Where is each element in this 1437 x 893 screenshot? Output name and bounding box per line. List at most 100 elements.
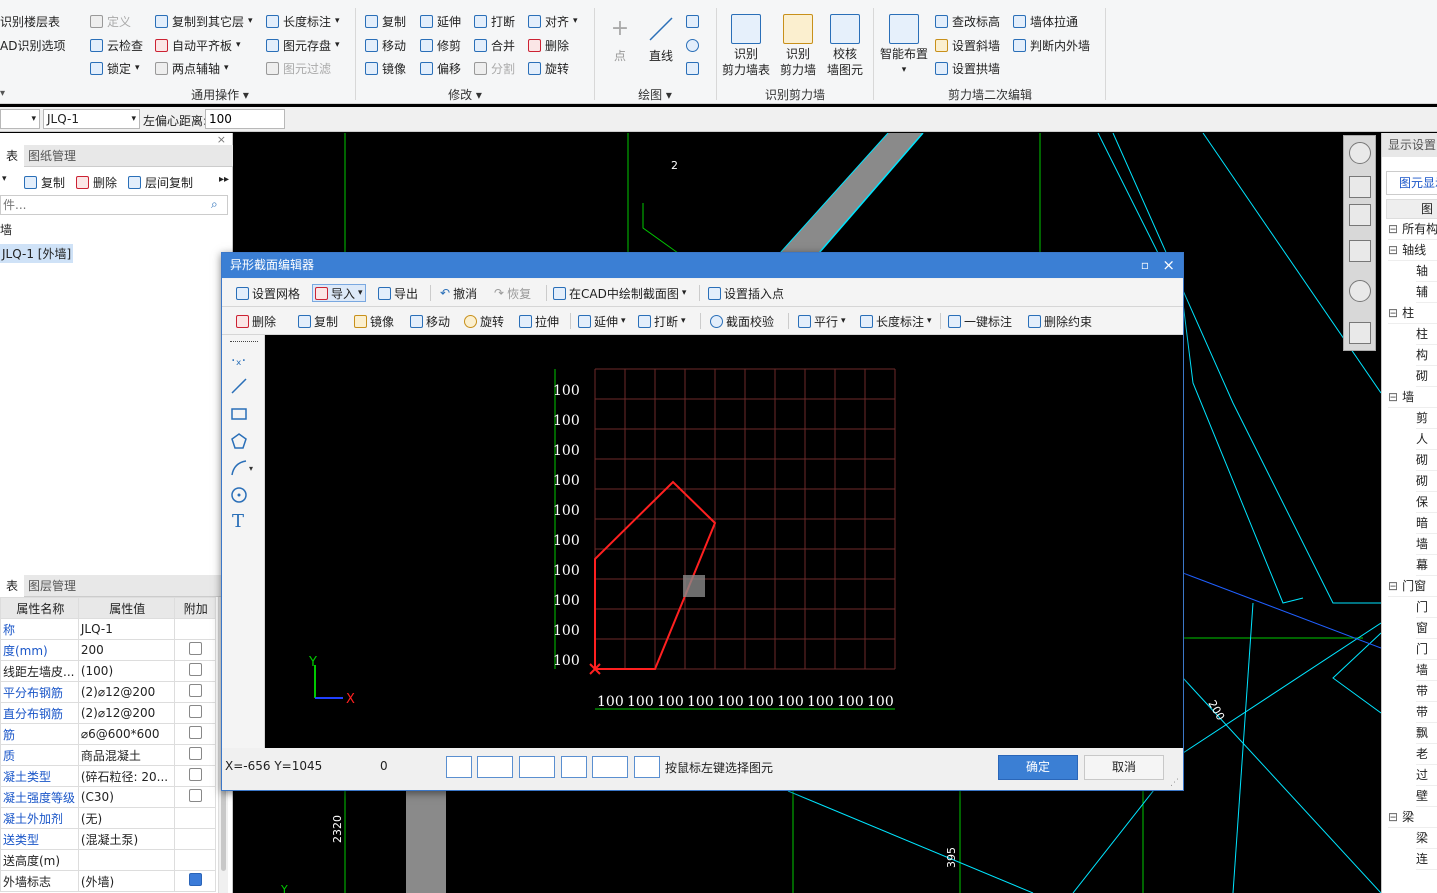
dlg-copy-button[interactable]: 复制 [298, 312, 338, 330]
ribbon-element-filter[interactable]: 图元过滤 [266, 59, 331, 77]
delete-component-button[interactable]: 删除 [76, 173, 117, 191]
display-tree-item[interactable]: 带 [1416, 702, 1437, 723]
property-value[interactable]: (碎石粒径: 20... [77, 765, 175, 787]
extra-checkbox[interactable] [189, 873, 203, 886]
property-value[interactable]: (C30) [77, 786, 175, 808]
ribbon-extend[interactable]: 延伸 [420, 12, 461, 30]
copy-component-button[interactable]: 复制 [24, 173, 65, 191]
ribbon-cad-options[interactable]: AD识别选项 [0, 36, 65, 54]
section-check-button[interactable]: 截面校验 [710, 312, 774, 330]
resize-grip-icon[interactable]: ⋰ [1170, 778, 1179, 788]
one-click-dim-button[interactable]: 一键标注 [948, 312, 1012, 330]
tab-layer-manager[interactable]: 图层管理 [22, 575, 82, 597]
draw-rect-button[interactable] [686, 59, 699, 77]
property-value[interactable]: ⌀6@600*600 [77, 723, 175, 745]
display-tree-item[interactable]: 保 [1416, 492, 1437, 513]
display-tree-item[interactable]: 辅 [1416, 282, 1437, 303]
ribbon-wall-stretch[interactable]: 墙体拉通 [1013, 12, 1078, 30]
display-tree-item[interactable]: 人 [1416, 429, 1437, 450]
set-grid-button[interactable]: 设置网格 [236, 284, 300, 302]
property-value[interactable] [77, 849, 175, 871]
draw-line-button[interactable]: 直线 [643, 14, 679, 64]
dlg-length-dim-button[interactable]: 长度标注 ▾ [860, 312, 932, 330]
display-tree-item[interactable]: 过 [1416, 765, 1437, 786]
collapse-icon[interactable]: ⊟ [1388, 222, 1398, 236]
rotate-view-icon[interactable] [1349, 280, 1371, 302]
arc-tool-icon[interactable]: ▾ [230, 459, 256, 477]
ok-button[interactable]: 确定 [998, 755, 1078, 780]
redo-button[interactable]: ↷ 恢复 [494, 284, 531, 302]
display-tree-item[interactable]: 砌 [1416, 450, 1437, 471]
line-tool-icon[interactable] [230, 377, 248, 395]
property-row[interactable]: 送类型 (混凝土泵) [0, 828, 217, 850]
draw-in-cad-button[interactable]: 在CAD中绘制截面图 ▾ [553, 284, 686, 302]
extra-checkbox[interactable] [189, 747, 203, 760]
display-tree-item[interactable]: ⊟ 门窗 [1388, 576, 1437, 597]
ribbon-edit-elevation[interactable]: 查改标高 [935, 12, 1000, 30]
top-view-icon[interactable] [1349, 204, 1371, 226]
ribbon-slant-wall[interactable]: 设置斜墙 [935, 36, 1000, 54]
ribbon-rotate[interactable]: 旋转 [528, 59, 569, 77]
ribbon-move[interactable]: 移动 [365, 36, 406, 54]
property-row[interactable]: 筋 ⌀6@600*600 [0, 723, 217, 745]
undo-button[interactable]: ↶ 撤消 [440, 284, 477, 302]
grid-view-icon[interactable] [1349, 322, 1371, 344]
search-icon[interactable]: ⌕ [211, 197, 218, 212]
extra-checkbox[interactable] [189, 789, 203, 802]
property-value[interactable]: JLQ-1 [77, 618, 175, 640]
display-tree-item[interactable]: 老 [1416, 744, 1437, 765]
property-value[interactable]: 商品混凝土 [77, 744, 175, 766]
snap-ortho-icon[interactable] [446, 756, 472, 778]
ribbon-delete[interactable]: 删除 [528, 36, 569, 54]
collapse-icon[interactable]: ⊟ [1388, 810, 1398, 824]
display-tree-item[interactable]: ⊟ 墙 [1388, 387, 1437, 408]
extra-checkbox[interactable] [189, 726, 203, 739]
section-grid-svg[interactable]: 100100100100100100100100100100100 100 100 1… [265, 335, 1183, 748]
copy-between-floors-button[interactable]: 层间复制 [128, 173, 193, 191]
property-row[interactable]: 质商品混凝土 [0, 744, 217, 766]
ribbon-two-point-axis[interactable]: 两点辅轴 ▾ [155, 59, 229, 77]
display-tree-item[interactable]: 幕 [1416, 555, 1437, 576]
extra-checkbox[interactable] [189, 705, 203, 718]
property-value[interactable]: 200 [77, 639, 175, 661]
ribbon-identify-floor-table[interactable]: 识别楼层表 [0, 12, 60, 30]
display-tree-item[interactable]: 壁 [1416, 786, 1437, 807]
extra-checkbox[interactable] [189, 663, 203, 676]
ribbon-copy-to-layer[interactable]: 复制到其它层 ▾ [155, 12, 253, 30]
property-value[interactable]: (100) [77, 660, 175, 682]
box-view-icon[interactable] [1349, 240, 1371, 262]
floor-select[interactable]: ▾ [0, 109, 40, 129]
dlg-break-button[interactable]: 打断 ▾ [638, 312, 686, 330]
more-arrow-icon[interactable]: ▸▸ [219, 174, 229, 185]
dlg-move-button[interactable]: 移动 [410, 312, 450, 330]
ribbon-auto-align-slab[interactable]: 自动平齐板 ▾ [155, 36, 241, 54]
extra-checkbox[interactable] [189, 684, 203, 697]
offset-input[interactable] [205, 109, 285, 129]
display-tree-item[interactable]: 暗 [1416, 513, 1437, 534]
property-row[interactable]: 度(mm) 200 [0, 639, 217, 661]
display-tree-item[interactable]: 梁 [1416, 828, 1437, 849]
orbit-icon[interactable] [1349, 142, 1371, 164]
smart-layout-button[interactable]: 智能布置 ▾ [878, 14, 930, 78]
dlg-extend-button[interactable]: 延伸 ▾ [578, 312, 626, 330]
property-value[interactable]: (无) [77, 807, 175, 829]
display-tree-item[interactable]: ⊟ 所有构 [1388, 219, 1437, 240]
ribbon-copy[interactable]: 复制 [365, 12, 406, 30]
display-tree-item[interactable]: 连 [1416, 849, 1437, 870]
ribbon-trim[interactable]: 修剪 [420, 36, 461, 54]
display-tree-item[interactable]: 剪 [1416, 408, 1437, 429]
collapse-icon[interactable]: ⊟ [1388, 579, 1398, 593]
property-row[interactable]: 线距左墙皮... (100) [0, 660, 217, 682]
close-icon[interactable]: × [1162, 253, 1175, 278]
ribbon-expand-arrow[interactable]: ▾ [0, 84, 5, 102]
tab-component-list[interactable]: 表 [0, 145, 25, 167]
property-row[interactable]: 凝土类型 (碎石粒径: 20... [0, 765, 217, 787]
rect-tool-icon[interactable] [230, 405, 248, 423]
display-tree-item[interactable]: 墙 [1416, 660, 1437, 681]
delete-constraint-button[interactable]: 删除约束 [1028, 312, 1092, 330]
property-value[interactable]: (外墙) [77, 870, 175, 892]
property-value[interactable]: (2)⌀12@200 [77, 681, 175, 703]
import-button[interactable]: 导入 ▾ [312, 284, 366, 302]
display-tree-item[interactable]: 砌 [1416, 471, 1437, 492]
display-tree-item[interactable]: 砌 [1416, 366, 1437, 387]
